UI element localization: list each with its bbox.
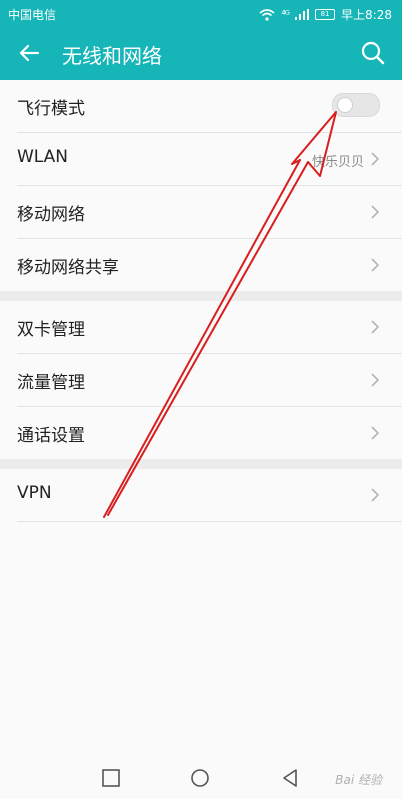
watermark-logo: Bai 经验 bbox=[335, 773, 382, 787]
wlan-row[interactable]: WLAN 快乐贝贝 bbox=[17, 133, 402, 186]
clock: 早上8:28 bbox=[341, 8, 392, 22]
airplane-mode-toggle[interactable] bbox=[332, 93, 380, 117]
home-icon[interactable] bbox=[189, 767, 211, 789]
back-arrow-icon[interactable] bbox=[14, 38, 44, 68]
row-label: 移动网络共享 bbox=[17, 258, 119, 278]
data-usage-row[interactable]: 流量管理 bbox=[17, 354, 402, 407]
row-label: 流量管理 bbox=[17, 373, 85, 393]
back-triangle-icon[interactable] bbox=[279, 767, 301, 789]
section-divider bbox=[0, 459, 402, 469]
row-label: WLAN bbox=[17, 147, 69, 167]
section-divider bbox=[0, 291, 402, 301]
tethering-row[interactable]: 移动网络共享 bbox=[17, 239, 402, 291]
chevron-right-icon bbox=[371, 426, 380, 440]
chevron-right-icon bbox=[371, 205, 380, 219]
chevron-right-icon bbox=[371, 320, 380, 334]
row-label: 通话设置 bbox=[17, 426, 85, 446]
row-label: 双卡管理 bbox=[17, 320, 85, 340]
wlan-network-name: 快乐贝贝 bbox=[311, 155, 364, 170]
status-bar: 中国电信 ⁴ᴳ 81 早上8:28 bbox=[0, 0, 402, 28]
chevron-right-icon bbox=[371, 373, 380, 387]
mobile-network-row[interactable]: 移动网络 bbox=[17, 186, 402, 239]
row-label: VPN bbox=[17, 483, 52, 503]
wifi-icon bbox=[259, 8, 275, 21]
dual-sim-row[interactable]: 双卡管理 bbox=[17, 301, 402, 354]
carrier-label: 中国电信 bbox=[8, 8, 57, 22]
chevron-right-icon bbox=[371, 152, 380, 166]
row-label: 飞行模式 bbox=[17, 99, 85, 119]
status-icons: ⁴ᴳ 81 早上8:28 bbox=[259, 6, 392, 23]
app-bar: 无线和网络 bbox=[0, 28, 402, 80]
settings-group-sim: 双卡管理 流量管理 通话设置 bbox=[0, 301, 402, 459]
settings-group-connectivity: 飞行模式 WLAN 快乐贝贝 移动网络 移动网络共享 bbox=[0, 80, 402, 291]
airplane-mode-row[interactable]: 飞行模式 bbox=[17, 80, 402, 133]
search-icon[interactable] bbox=[358, 38, 388, 68]
chevron-right-icon bbox=[371, 488, 380, 502]
network-type-label: ⁴ᴳ bbox=[281, 8, 290, 21]
battery-icon: 81 bbox=[315, 9, 336, 20]
settings-list: 飞行模式 WLAN 快乐贝贝 移动网络 移动网络共享 双卡管理 流量管理 通话设… bbox=[0, 80, 402, 522]
page-title: 无线和网络 bbox=[62, 44, 162, 68]
row-label: 移动网络 bbox=[17, 205, 85, 225]
vpn-row[interactable]: VPN bbox=[17, 469, 402, 522]
call-settings-row[interactable]: 通话设置 bbox=[17, 407, 402, 459]
settings-group-vpn: VPN bbox=[0, 469, 402, 522]
navigation-bar: Bai 经验 bbox=[0, 757, 402, 799]
chevron-right-icon bbox=[371, 258, 380, 272]
toggle-knob bbox=[337, 97, 353, 113]
recent-apps-icon[interactable] bbox=[100, 767, 122, 789]
signal-icon bbox=[295, 9, 310, 20]
